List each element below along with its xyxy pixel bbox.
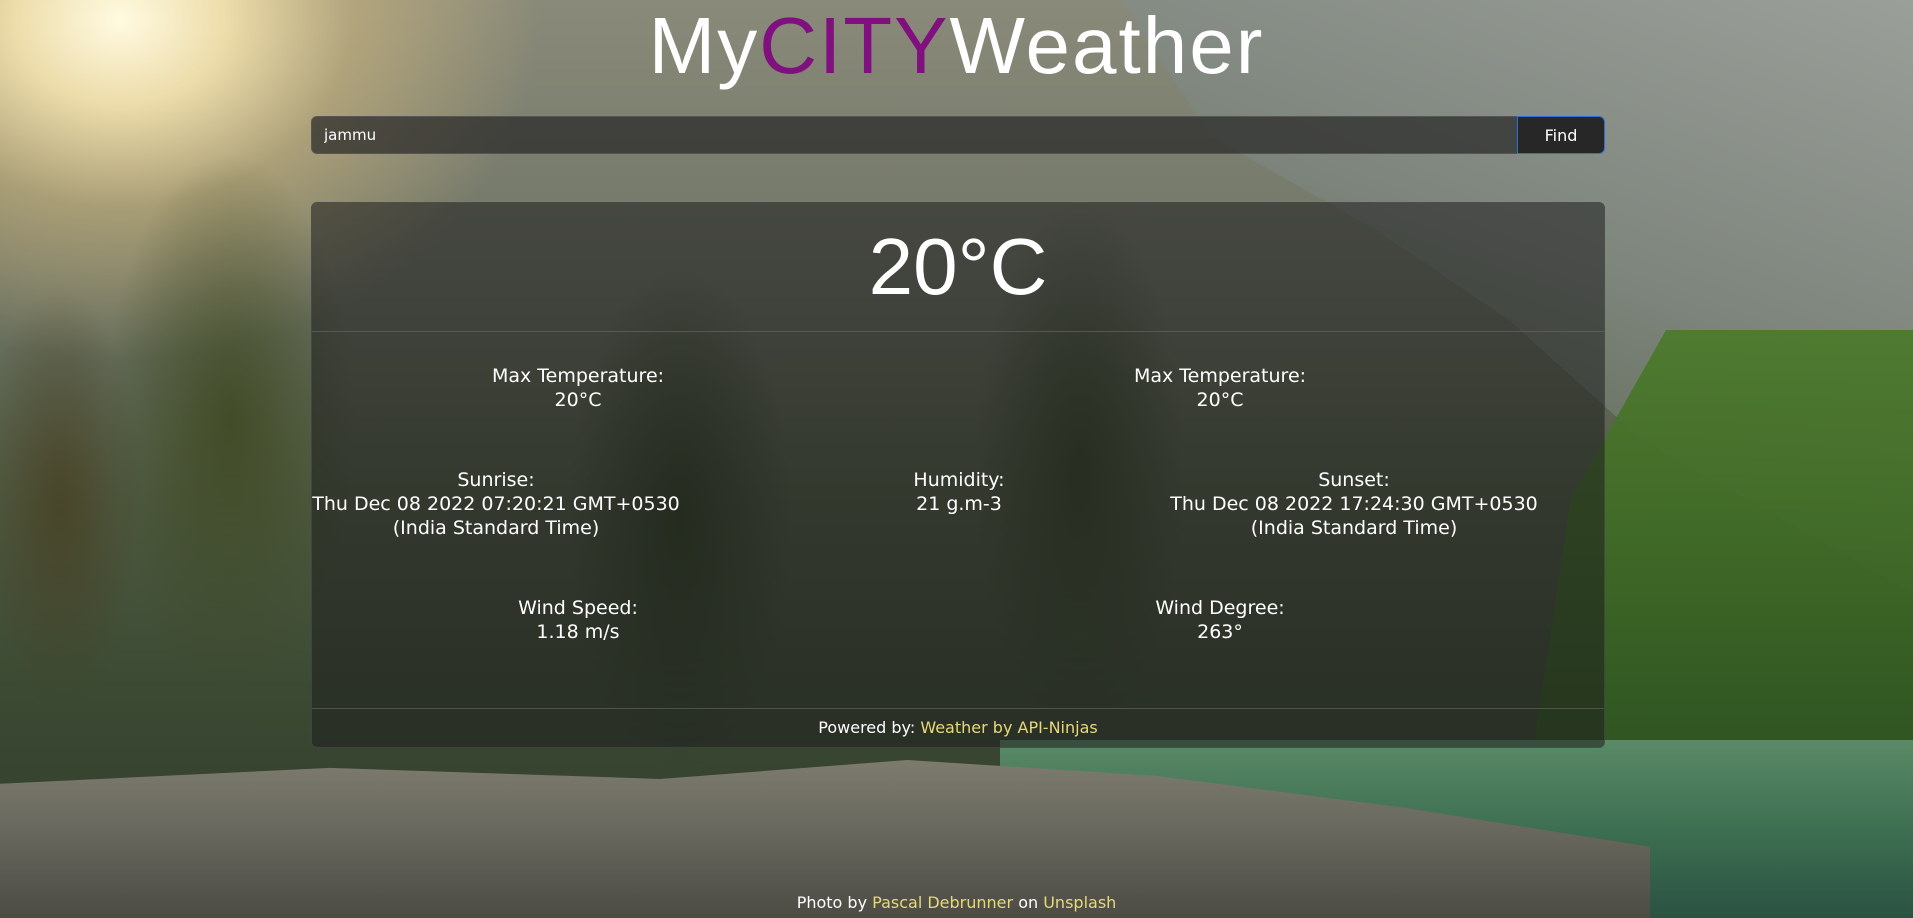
- humidity-label: Humidity:: [913, 469, 1005, 491]
- wind-speed-label: Wind Speed:: [518, 597, 638, 619]
- max-temp-right-label: Max Temperature:: [1133, 365, 1307, 387]
- unsplash-link[interactable]: Unsplash: [1043, 893, 1116, 912]
- search-bar: Find: [311, 116, 1605, 154]
- max-temp-right: Max Temperature: 20°C: [1010, 364, 1430, 412]
- sunrise-value: Thu Dec 08 2022 07:20:21 GMT+0530: [312, 493, 680, 515]
- sunset: Sunset: Thu Dec 08 2022 17:24:30 GMT+053…: [1144, 468, 1564, 540]
- current-temperature: 20°C: [868, 222, 1048, 311]
- photo-credit-prefix: Photo by: [796, 893, 868, 912]
- sunset-value: Thu Dec 08 2022 17:24:30 GMT+0530: [1170, 493, 1538, 515]
- card-footer: Powered by: Weather by API-Ninjas: [312, 709, 1604, 747]
- powered-by-label: Powered by:: [818, 718, 916, 737]
- api-ninjas-link[interactable]: Weather by API-Ninjas: [920, 718, 1097, 737]
- sunset-label: Sunset:: [1318, 469, 1390, 491]
- app-title: MyCITYWeather: [0, 0, 1913, 92]
- photo-credit: Photo by Pascal Debrunner on Unsplash: [0, 893, 1913, 913]
- humidity: Humidity: 21 g.m-3: [749, 468, 1169, 516]
- title-my: My: [648, 1, 760, 90]
- find-button[interactable]: Find: [1517, 116, 1605, 154]
- max-temp-left-value: 20°C: [554, 389, 602, 411]
- sunrise-label: Sunrise:: [457, 469, 535, 491]
- max-temp-right-value: 20°C: [1196, 389, 1244, 411]
- title-city: CITY: [759, 1, 950, 90]
- weather-card: 20°C Max Temperature: 20°C Max Temperatu…: [311, 202, 1605, 748]
- max-temp-left-label: Max Temperature:: [491, 365, 665, 387]
- title-weather: Weather: [949, 1, 1265, 90]
- wind-speed: Wind Speed: 1.18 m/s: [368, 596, 788, 644]
- photographer-link[interactable]: Pascal Debrunner: [872, 893, 1013, 912]
- humidity-value: 21 g.m-3: [916, 493, 1002, 515]
- sunrise-timezone: (India Standard Time): [392, 517, 600, 539]
- wind-speed-value: 1.18 m/s: [536, 621, 620, 643]
- wind-degree: Wind Degree: 263°: [1010, 596, 1430, 644]
- wind-degree-label: Wind Degree:: [1155, 597, 1285, 619]
- weather-details: Max Temperature: 20°C Max Temperature: 2…: [312, 332, 1604, 708]
- wind-degree-value: 263°: [1197, 621, 1243, 643]
- sunset-timezone: (India Standard Time): [1250, 517, 1458, 539]
- city-search-input[interactable]: [311, 116, 1517, 154]
- photo-credit-middle: on: [1018, 893, 1039, 912]
- sunrise: Sunrise: Thu Dec 08 2022 07:20:21 GMT+05…: [286, 468, 706, 540]
- max-temp-left: Max Temperature: 20°C: [368, 364, 788, 412]
